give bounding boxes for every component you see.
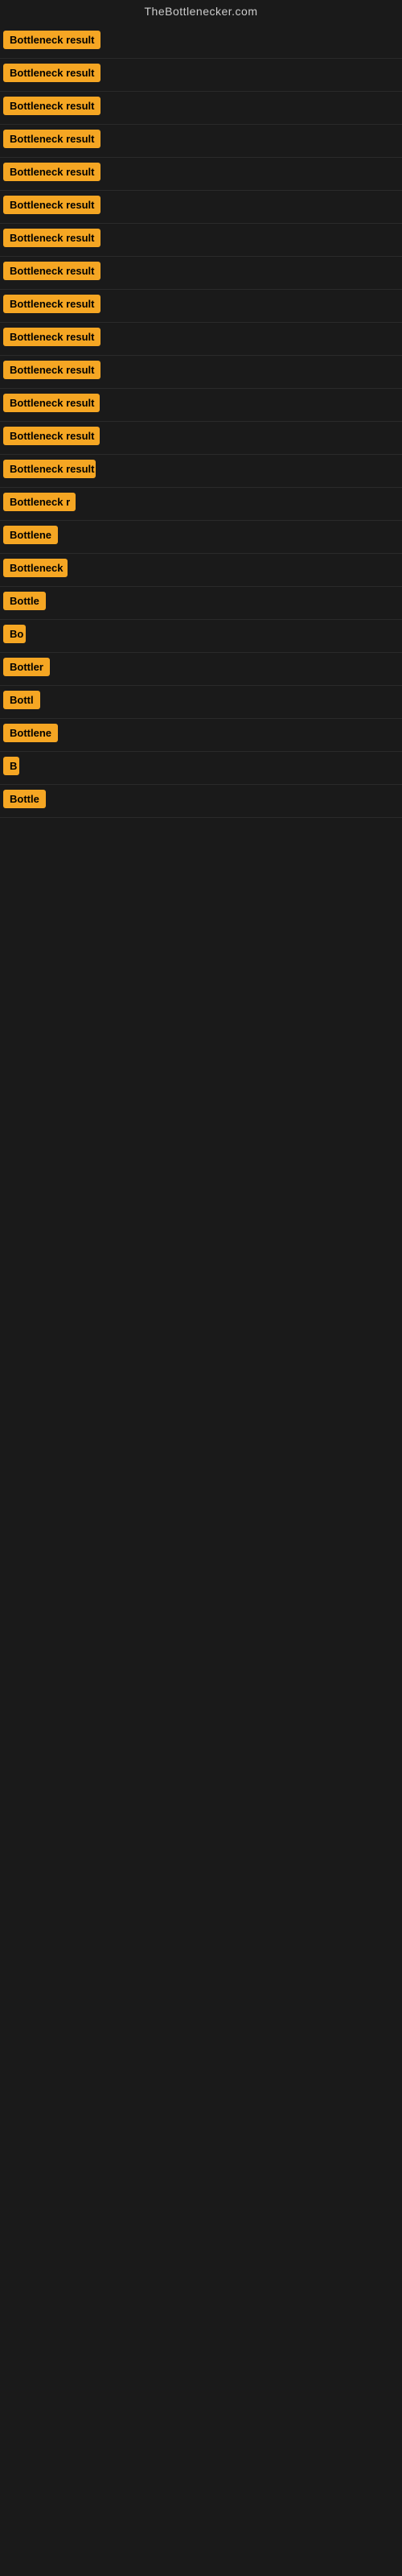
list-item: Bottleneck r [0, 488, 402, 521]
site-title: TheBottlenecker.com [0, 0, 402, 26]
bottleneck-result-badge[interactable]: Bottleneck r [3, 493, 76, 511]
bottleneck-result-badge[interactable]: B [3, 757, 19, 775]
bottleneck-result-badge[interactable]: Bottleneck result [3, 130, 100, 148]
list-item: Bottlene [0, 521, 402, 554]
bottleneck-result-badge[interactable]: Bottleneck [3, 559, 68, 577]
bottleneck-result-badge[interactable]: Bottleneck result [3, 31, 100, 49]
bottleneck-result-badge[interactable]: Bottleneck result [3, 163, 100, 181]
bottleneck-result-badge[interactable]: Bottle [3, 790, 46, 808]
list-item: B [0, 752, 402, 785]
list-item: Bottleneck result [0, 125, 402, 158]
list-item: Bottle [0, 785, 402, 818]
list-item: Bottleneck result [0, 389, 402, 422]
list-item: Bottleneck result [0, 224, 402, 257]
list-item: Bottleneck result [0, 257, 402, 290]
list-item: Bottlene [0, 719, 402, 752]
bottleneck-result-badge[interactable]: Bottleneck result [3, 394, 100, 412]
list-item: Bottleneck [0, 554, 402, 587]
bottleneck-result-badge[interactable]: Bottleneck result [3, 196, 100, 214]
bottleneck-result-badge[interactable]: Bo [3, 625, 26, 643]
bottleneck-result-badge[interactable]: Bottleneck result [3, 427, 100, 445]
list-item: Bottleneck result [0, 323, 402, 356]
bottleneck-result-badge[interactable]: Bottleneck result [3, 64, 100, 82]
bottleneck-result-badge[interactable]: Bottlene [3, 724, 58, 742]
list-item: Bottle [0, 587, 402, 620]
list-item: Bo [0, 620, 402, 653]
list-item: Bottleneck result [0, 455, 402, 488]
list-item: Bottleneck result [0, 290, 402, 323]
list-item: Bottleneck result [0, 26, 402, 59]
list-item: Bottleneck result [0, 422, 402, 455]
list-item: Bottler [0, 653, 402, 686]
bottleneck-result-badge[interactable]: Bottleneck result [3, 361, 100, 379]
bottleneck-result-badge[interactable]: Bottler [3, 658, 50, 676]
list-item: Bottleneck result [0, 59, 402, 92]
list-item: Bottleneck result [0, 191, 402, 224]
bottleneck-result-badge[interactable]: Bottleneck result [3, 295, 100, 313]
list-item: Bottl [0, 686, 402, 719]
bottleneck-result-badge[interactable]: Bottleneck result [3, 229, 100, 247]
bottleneck-result-badge[interactable]: Bottleneck result [3, 460, 96, 478]
bottleneck-result-badge[interactable]: Bottleneck result [3, 328, 100, 346]
bottleneck-result-badge[interactable]: Bottleneck result [3, 262, 100, 280]
bottleneck-result-badge[interactable]: Bottl [3, 691, 40, 709]
bottleneck-result-badge[interactable]: Bottleneck result [3, 97, 100, 115]
list-item: Bottleneck result [0, 158, 402, 191]
bottleneck-result-badge[interactable]: Bottle [3, 592, 46, 610]
list-item: Bottleneck result [0, 356, 402, 389]
list-item: Bottleneck result [0, 92, 402, 125]
bottleneck-result-badge[interactable]: Bottlene [3, 526, 58, 544]
